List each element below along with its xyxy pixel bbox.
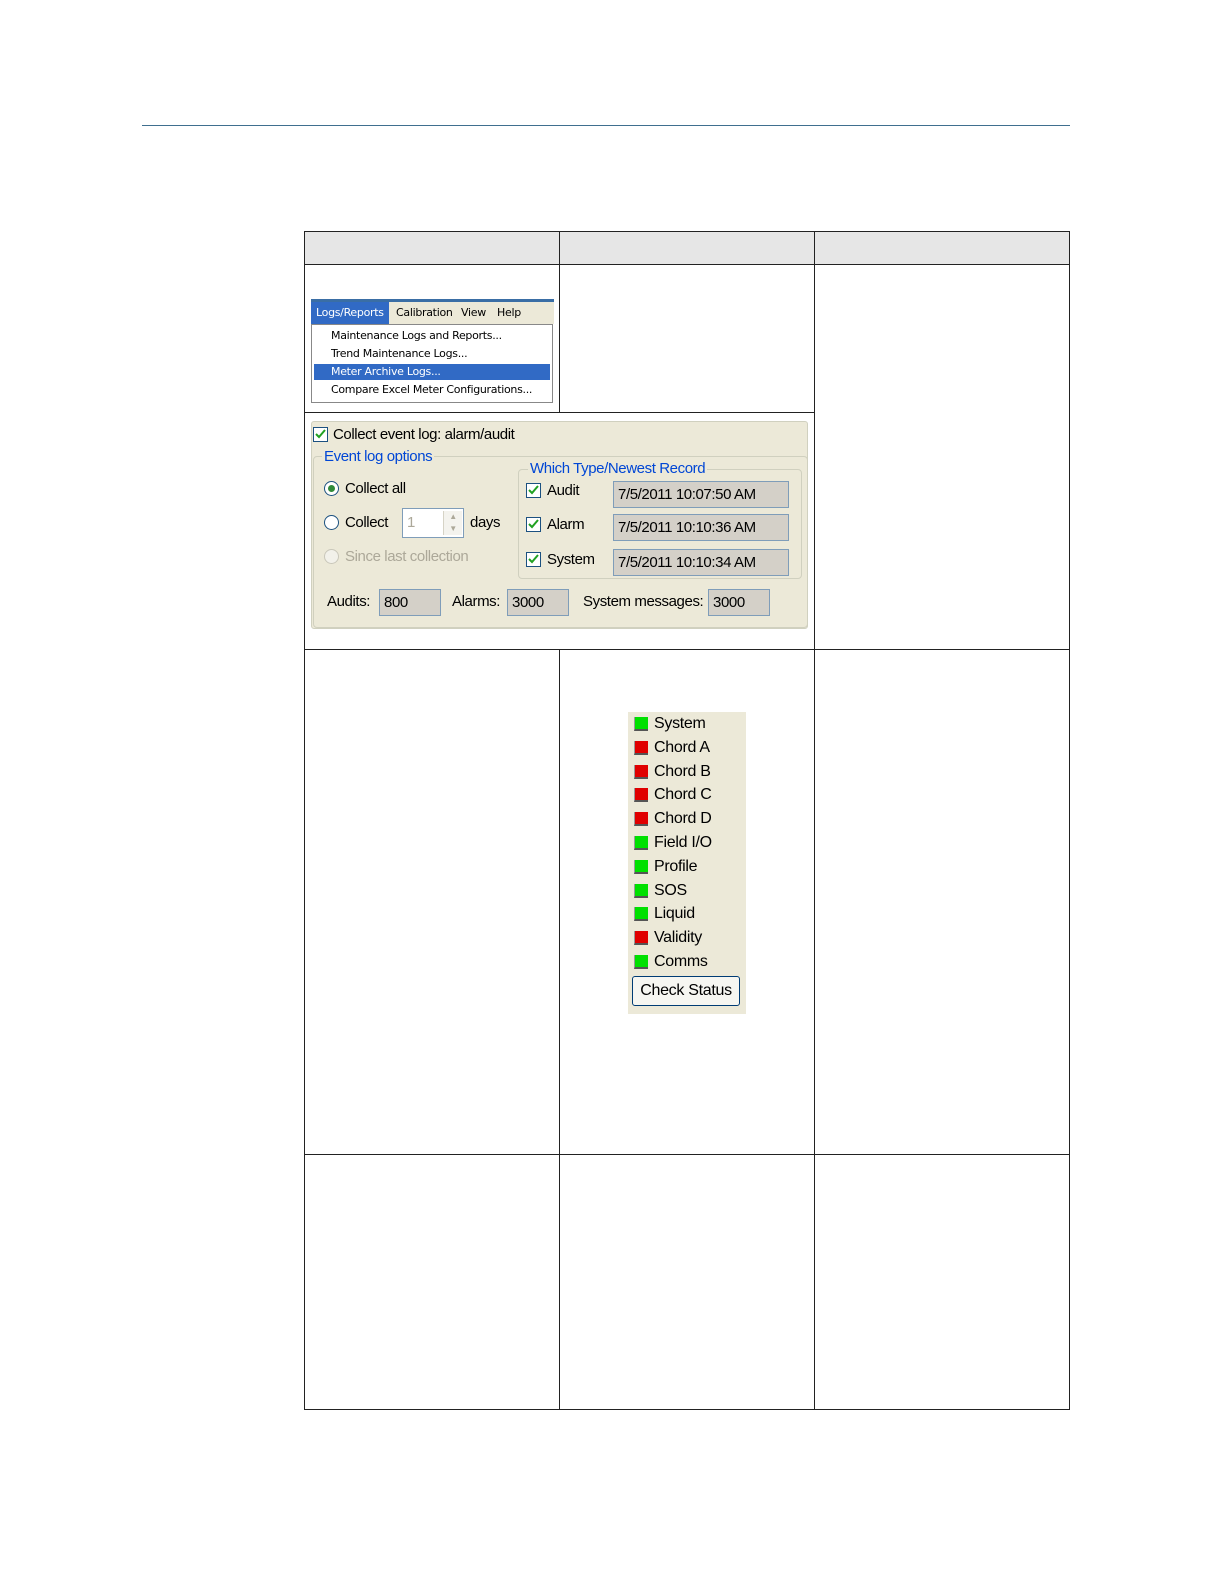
top-rule xyxy=(142,125,1070,126)
spinner-arrows-icon[interactable]: ▲ ▼ xyxy=(443,511,462,535)
system-newest-field[interactable]: 7/5/2011 10:10:34 AM xyxy=(613,549,789,576)
status-label: Chord B xyxy=(654,762,711,780)
system-messages-label: System messages: xyxy=(583,593,704,610)
status-label: SOS xyxy=(654,881,687,899)
status-label: Chord C xyxy=(654,786,712,804)
status-panel: System Chord A Chord B Chord C Chord D Field … xyxy=(628,712,746,1014)
status-indicator-icon xyxy=(634,764,648,779)
menu-logs-reports[interactable]: Logs/Reports xyxy=(311,302,389,324)
check-icon xyxy=(528,519,539,529)
status-label: Liquid xyxy=(654,905,695,923)
table-header-row xyxy=(304,231,1070,265)
status-label: Comms xyxy=(654,953,708,970)
status-indicator-icon xyxy=(634,740,648,755)
check-icon xyxy=(528,554,539,564)
table-col-rule xyxy=(559,231,560,413)
status-label: Field I/O xyxy=(654,834,712,851)
status-indicator-icon xyxy=(634,812,648,827)
collect-event-log-checkbox[interactable] xyxy=(313,427,328,442)
collect-days-radio[interactable] xyxy=(324,515,339,530)
since-last-label: Since last collection xyxy=(345,548,469,565)
status-indicator-icon xyxy=(634,788,648,803)
collect-days-label: Collect xyxy=(345,514,389,531)
status-label: Profile xyxy=(654,857,698,875)
collect-event-log-label: Collect event log: alarm/audit xyxy=(333,426,515,443)
menu-dropdown: Maintenance Logs and Reports... Trend Ma… xyxy=(311,324,553,403)
days-value: 1 xyxy=(407,514,415,531)
status-indicator-icon xyxy=(634,955,648,969)
menu-item-maintenance-logs[interactable]: Maintenance Logs and Reports... xyxy=(314,328,550,344)
menu-item-trend-logs[interactable]: Trend Maintenance Logs... xyxy=(314,346,550,362)
system-messages-field[interactable]: 3000 xyxy=(708,589,770,616)
days-label: days xyxy=(470,514,501,531)
table-rule xyxy=(304,264,1070,265)
table-border-bottom xyxy=(304,1409,1070,1410)
menu-view[interactable]: View xyxy=(461,306,486,319)
alarms-label: Alarms: xyxy=(452,593,501,610)
status-label: Chord D xyxy=(654,810,712,828)
table-border-right xyxy=(1069,231,1070,1410)
collect-all-radio[interactable] xyxy=(324,481,339,496)
audits-field[interactable]: 800 xyxy=(379,589,441,616)
table-rule xyxy=(304,649,1070,650)
menu-item-meter-archive-logs[interactable]: Meter Archive Logs... xyxy=(314,364,550,380)
status-label: Validity xyxy=(654,929,702,947)
audits-label: Audits: xyxy=(327,593,371,610)
menu-calibration[interactable]: Calibration xyxy=(396,306,453,319)
collect-all-label: Collect all xyxy=(345,480,406,497)
menu-screenshot: Logs/Reports Calibration View Help Maint… xyxy=(311,299,554,403)
check-status-button[interactable]: Check Status xyxy=(632,976,740,1006)
audit-label: Audit xyxy=(547,482,580,499)
menu-help[interactable]: Help xyxy=(497,306,521,319)
alarm-newest-field[interactable]: 7/5/2011 10:10:36 AM xyxy=(613,514,789,541)
audit-checkbox[interactable] xyxy=(526,483,541,498)
menu-bar: Logs/Reports Calibration View Help xyxy=(311,299,554,324)
status-indicator-icon xyxy=(634,883,648,898)
alarms-field[interactable]: 3000 xyxy=(507,589,569,616)
table-border-top xyxy=(304,231,1070,232)
alarm-checkbox[interactable] xyxy=(526,517,541,532)
alarm-label: Alarm xyxy=(547,516,585,533)
event-log-options-legend: Event log options xyxy=(322,448,435,465)
event-log-panel: Collect event log: alarm/audit Event log… xyxy=(311,421,808,629)
days-spinner[interactable]: 1 ▲ ▼ xyxy=(402,508,464,538)
status-indicator-icon xyxy=(634,859,648,874)
since-last-radio[interactable] xyxy=(324,549,339,564)
status-label: Chord A xyxy=(654,738,710,756)
status-indicator-icon xyxy=(634,836,648,850)
table-col-rule xyxy=(559,649,560,1410)
status-indicator-icon xyxy=(634,717,648,731)
system-checkbox[interactable] xyxy=(526,552,541,567)
menu-item-compare-excel[interactable]: Compare Excel Meter Configurations... xyxy=(314,382,550,398)
table-col-rule xyxy=(814,231,815,1410)
status-indicator-icon xyxy=(634,931,648,946)
status-label: System xyxy=(654,715,706,732)
type-newest-legend: Which Type/Newest Record xyxy=(528,460,708,477)
check-icon xyxy=(528,485,539,495)
status-indicator-icon xyxy=(634,907,648,922)
table-rule xyxy=(304,1154,1070,1155)
check-icon xyxy=(315,429,326,439)
audit-newest-field[interactable]: 7/5/2011 10:07:50 AM xyxy=(613,481,789,508)
table-border-left xyxy=(304,231,305,1410)
system-label: System xyxy=(547,551,595,568)
